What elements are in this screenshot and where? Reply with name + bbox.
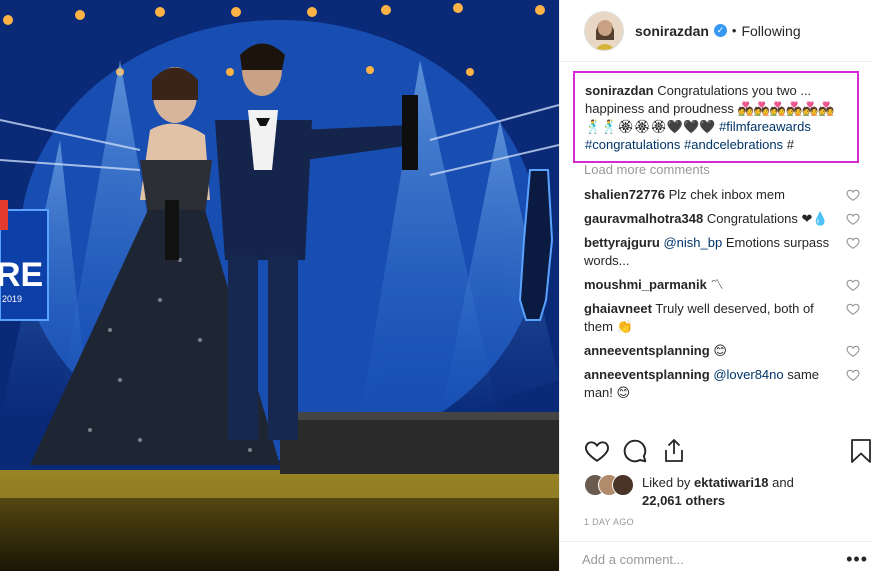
liked-by-user-link[interactable]: ektatiwari18: [694, 475, 768, 490]
avatar-image: [585, 11, 623, 50]
caption-emoji: 🕺🕺🏵🏵🏵🖤🖤🖤: [585, 119, 716, 134]
add-comment-input[interactable]: [582, 552, 822, 567]
comment-text: Congratulations ❤💧: [706, 211, 829, 226]
comment-text: 😊: [713, 343, 727, 358]
comment-like-icon[interactable]: [846, 302, 860, 316]
comment-item: shalien72776 Plz chek inbox mem: [584, 186, 860, 204]
comment-item: bettyrajguru @nish_bp Emotions surpass w…: [584, 234, 860, 270]
comment-text: Plz chek inbox mem: [668, 187, 785, 202]
hashtag-link[interactable]: #congratulations: [585, 137, 680, 152]
comment-like-icon[interactable]: [846, 236, 860, 250]
hashtag-link[interactable]: #filmfareawards: [719, 119, 811, 134]
comment-like-icon[interactable]: [846, 368, 860, 382]
comment-item: anneeventsplanning 😊: [584, 342, 860, 360]
share-icon[interactable]: [662, 438, 686, 464]
comment-username[interactable]: bettyrajguru: [584, 235, 660, 250]
likes-count-link[interactable]: 22,061 others: [642, 493, 725, 508]
svg-text:2019: 2019: [2, 294, 22, 304]
bookmark-icon[interactable]: [850, 438, 872, 464]
svg-text:RE: RE: [0, 256, 43, 294]
comment-username[interactable]: ghaiavneet: [584, 301, 652, 316]
comment-username[interactable]: shalien72776: [584, 187, 665, 202]
comment-item: moushmi_parmanik 〽: [584, 276, 860, 294]
more-options-icon[interactable]: •••: [846, 550, 868, 568]
load-more-comments-button[interactable]: Load more comments: [584, 162, 710, 177]
avatar[interactable]: [584, 10, 624, 51]
hashtag-link[interactable]: #andcelebrations: [684, 137, 783, 152]
liked-by-section: Liked by ektatiwari18 and 22,061 others: [584, 474, 834, 510]
following-button[interactable]: Following: [741, 23, 800, 39]
post-photo[interactable]: RE 2019: [0, 0, 559, 571]
comment-bubble-icon[interactable]: [622, 438, 648, 464]
comment-like-icon[interactable]: [846, 344, 860, 358]
comment-mention-link[interactable]: @nish_bp: [663, 235, 722, 250]
comment-item: ghaiavneet Truly well deserved, both of …: [584, 300, 860, 336]
caption-username[interactable]: sonirazdan: [585, 83, 654, 98]
liker-avatars[interactable]: [584, 474, 636, 496]
liked-by-and: and: [772, 475, 794, 490]
liked-by-prefix: Liked by: [642, 475, 691, 490]
caption-line-1: Congratulations you two ...: [657, 83, 812, 98]
comment-like-icon[interactable]: [846, 212, 860, 226]
comment-username[interactable]: gauravmalhotra348: [584, 211, 703, 226]
comment-like-icon[interactable]: [846, 278, 860, 292]
post-timestamp[interactable]: 1 DAY AGO: [584, 517, 634, 527]
liked-by-text: Liked by ektatiwari18 and 22,061 others: [642, 474, 794, 510]
comment-like-icon[interactable]: [846, 188, 860, 202]
comment-item: gauravmalhotra348 Congratulations ❤💧: [584, 210, 860, 228]
comment-mention-link[interactable]: @lover84no: [713, 367, 783, 382]
post-caption: sonirazdan Congratulations you two ... h…: [573, 71, 859, 163]
comment-username[interactable]: anneeventsplanning: [584, 343, 710, 358]
hashtag-link[interactable]: #: [787, 137, 794, 152]
post-actions-bar: [584, 438, 873, 466]
comment-username[interactable]: anneeventsplanning: [584, 367, 710, 382]
comment-list: shalien72776 Plz chek inbox mem gauravma…: [584, 186, 860, 408]
comment-text: 〽: [710, 277, 724, 292]
verified-badge-icon: ✓: [713, 24, 727, 37]
post-username[interactable]: sonirazdan: [635, 23, 709, 39]
separator-dot: •: [731, 23, 737, 38]
liker-avatar: [612, 474, 634, 496]
post-image: RE 2019: [0, 0, 559, 571]
post-header: sonirazdan ✓ • Following: [560, 0, 873, 62]
comment-item: anneeventsplanning @lover84no same man! …: [584, 366, 860, 402]
comment-username[interactable]: moushmi_parmanik: [584, 277, 707, 292]
caption-line-2: happiness and proudness 💑💑💑💑💑💑: [585, 101, 835, 116]
add-comment-bar: •••: [560, 541, 873, 571]
heart-outline-icon[interactable]: [584, 438, 610, 464]
post-side-panel: sonirazdan ✓ • Following sonirazdan Cong…: [559, 0, 873, 571]
